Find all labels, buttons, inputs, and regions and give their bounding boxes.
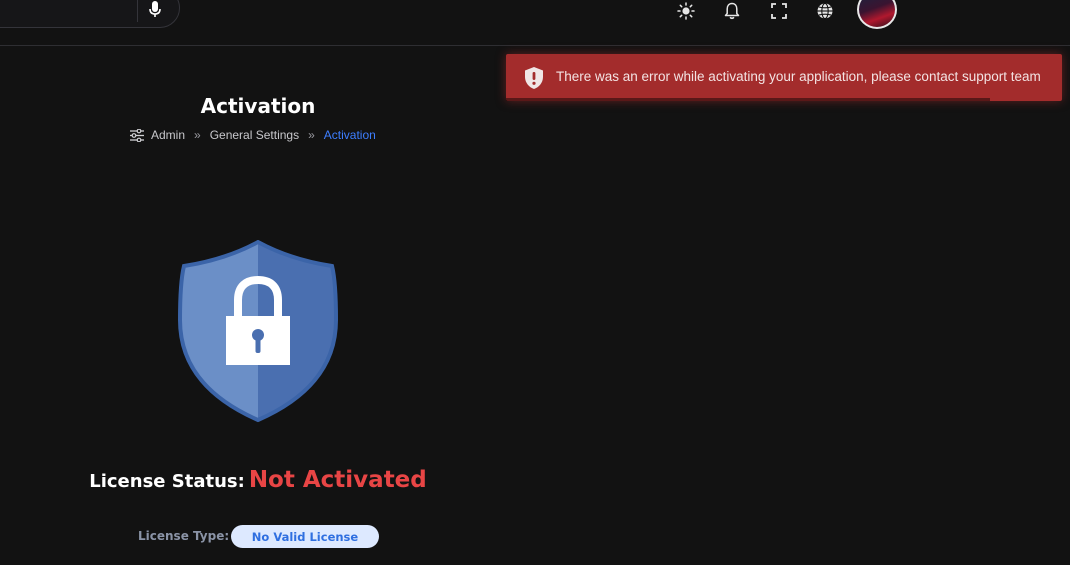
globe-icon[interactable] (813, 0, 837, 22)
breadcrumb-activation[interactable]: Activation (324, 128, 376, 142)
breadcrumb-general-settings[interactable]: General Settings (210, 128, 299, 142)
breadcrumb-separator: » (308, 128, 315, 142)
fullscreen-icon[interactable] (767, 0, 791, 22)
sliders-icon (130, 128, 144, 142)
microphone-icon[interactable] (146, 0, 164, 18)
shield-alert-icon (525, 67, 543, 89)
license-status: License Status: Not Activated (0, 467, 516, 493)
breadcrumb-admin[interactable]: Admin (151, 128, 185, 142)
user-avatar[interactable] (857, 0, 897, 29)
license-status-label: License Status: (89, 471, 245, 492)
breadcrumb-separator: » (194, 128, 201, 142)
shield-lock-icon (177, 240, 339, 423)
license-type-badge: No Valid License (231, 525, 379, 548)
sun-icon[interactable] (674, 0, 698, 22)
top-bar (0, 0, 1070, 46)
breadcrumb: Admin » General Settings » Activation (130, 127, 376, 143)
license-status-value: Not Activated (248, 467, 427, 493)
error-toast[interactable]: There was an error while activating your… (506, 54, 1062, 101)
toast-message: There was an error while activating your… (556, 69, 1041, 84)
toast-progress-bar (506, 98, 990, 101)
license-type-label: License Type: (138, 529, 230, 543)
bell-icon[interactable] (720, 0, 744, 22)
page-title: Activation (200, 94, 316, 118)
search-divider (137, 0, 138, 22)
